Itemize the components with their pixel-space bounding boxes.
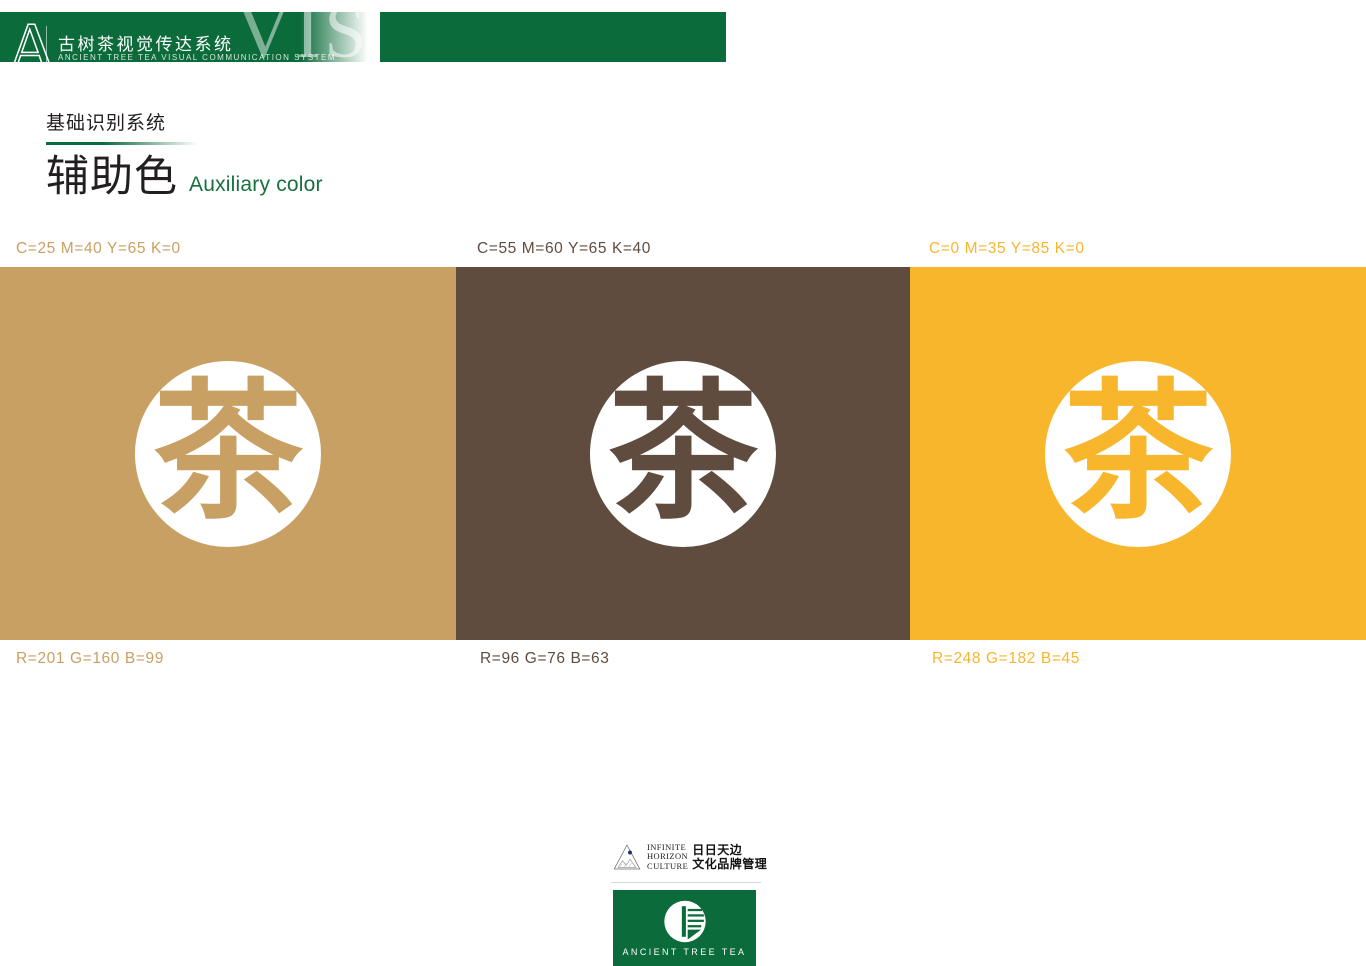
- rgb-label: R=248 G=182 B=45: [932, 650, 1080, 667]
- title-underline: [46, 142, 198, 145]
- header-green-band: A 古树茶视觉传达系统 ANCIENT TREE TEA VISUAL COMM…: [0, 11, 726, 85]
- color-swatch: 茶: [456, 267, 910, 640]
- color-swatch: 茶: [0, 267, 456, 640]
- header-title-cn: 古树茶视觉传达系统: [58, 35, 234, 54]
- page-header: A 古树茶视觉传达系统 ANCIENT TREE TEA VISUAL COMM…: [0, 0, 1366, 85]
- rgb-label-row: R=201 G=160 B=99 R=96 G=76 B=63 R=248 G=…: [0, 650, 1366, 672]
- swatch-circle: 茶: [135, 360, 321, 547]
- rgb-label: R=96 G=76 B=63: [480, 650, 610, 667]
- vis-manual-page: A 古树茶视觉传达系统 ANCIENT TREE TEA VISUAL COMM…: [0, 0, 1366, 966]
- cmyk-label: C=55 M=60 Y=65 K=40: [477, 240, 651, 257]
- corporate-credit: INFINITE HORIZON CULTURE 日日天边 文化品牌管理: [612, 842, 767, 872]
- rgb-label: R=201 G=160 B=99: [16, 650, 164, 667]
- swatch-circle: 茶: [590, 360, 776, 547]
- corporate-name-en: INFINITE HORIZON CULTURE: [647, 842, 689, 872]
- header-divider: [46, 26, 47, 72]
- brand-name-label: ANCIENT TREE TEA: [622, 947, 747, 957]
- color-swatch-band: 茶 茶 茶: [0, 267, 1366, 640]
- page-title: 辅助色: [46, 153, 178, 201]
- page-title-en: Auxiliary color: [189, 172, 323, 196]
- monogram-a-icon: A: [5, 8, 59, 88]
- tea-character-glyph: 茶: [152, 370, 303, 537]
- color-swatch: 茶: [910, 267, 1366, 640]
- cmyk-label: C=0 M=35 Y=85 K=0: [929, 240, 1085, 257]
- corporate-name-cn-line2: 文化品牌管理: [692, 857, 768, 871]
- mountain-triangle-icon: [613, 844, 641, 870]
- footer-divider: [611, 882, 761, 883]
- cmyk-label-row: C=25 M=40 Y=65 K=0 C=55 M=60 Y=65 K=40 C…: [0, 240, 1366, 262]
- corporate-name-cn: 日日天边 文化品牌管理: [692, 843, 767, 872]
- section-label: 基础识别系统: [46, 113, 167, 134]
- cmyk-label: C=25 M=40 Y=65 K=0: [16, 240, 181, 257]
- page-title-block: 基础识别系统 辅助色 Auxiliary color: [46, 108, 323, 199]
- swatch-circle: 茶: [1045, 360, 1231, 547]
- brand-logo-box: ANCIENT TREE TEA: [613, 890, 756, 966]
- corporate-name-cn-line1: 日日天边: [692, 842, 743, 857]
- corporate-name-en-line3: CULTURE: [647, 860, 689, 871]
- tea-character-glyph: 茶: [607, 370, 758, 537]
- header-title-en: ANCIENT TREE TEA VISUAL COMMUNICATION SY…: [58, 53, 337, 62]
- tea-character-glyph: 茶: [1062, 370, 1213, 537]
- ancient-tree-tea-logo-icon: [663, 900, 706, 943]
